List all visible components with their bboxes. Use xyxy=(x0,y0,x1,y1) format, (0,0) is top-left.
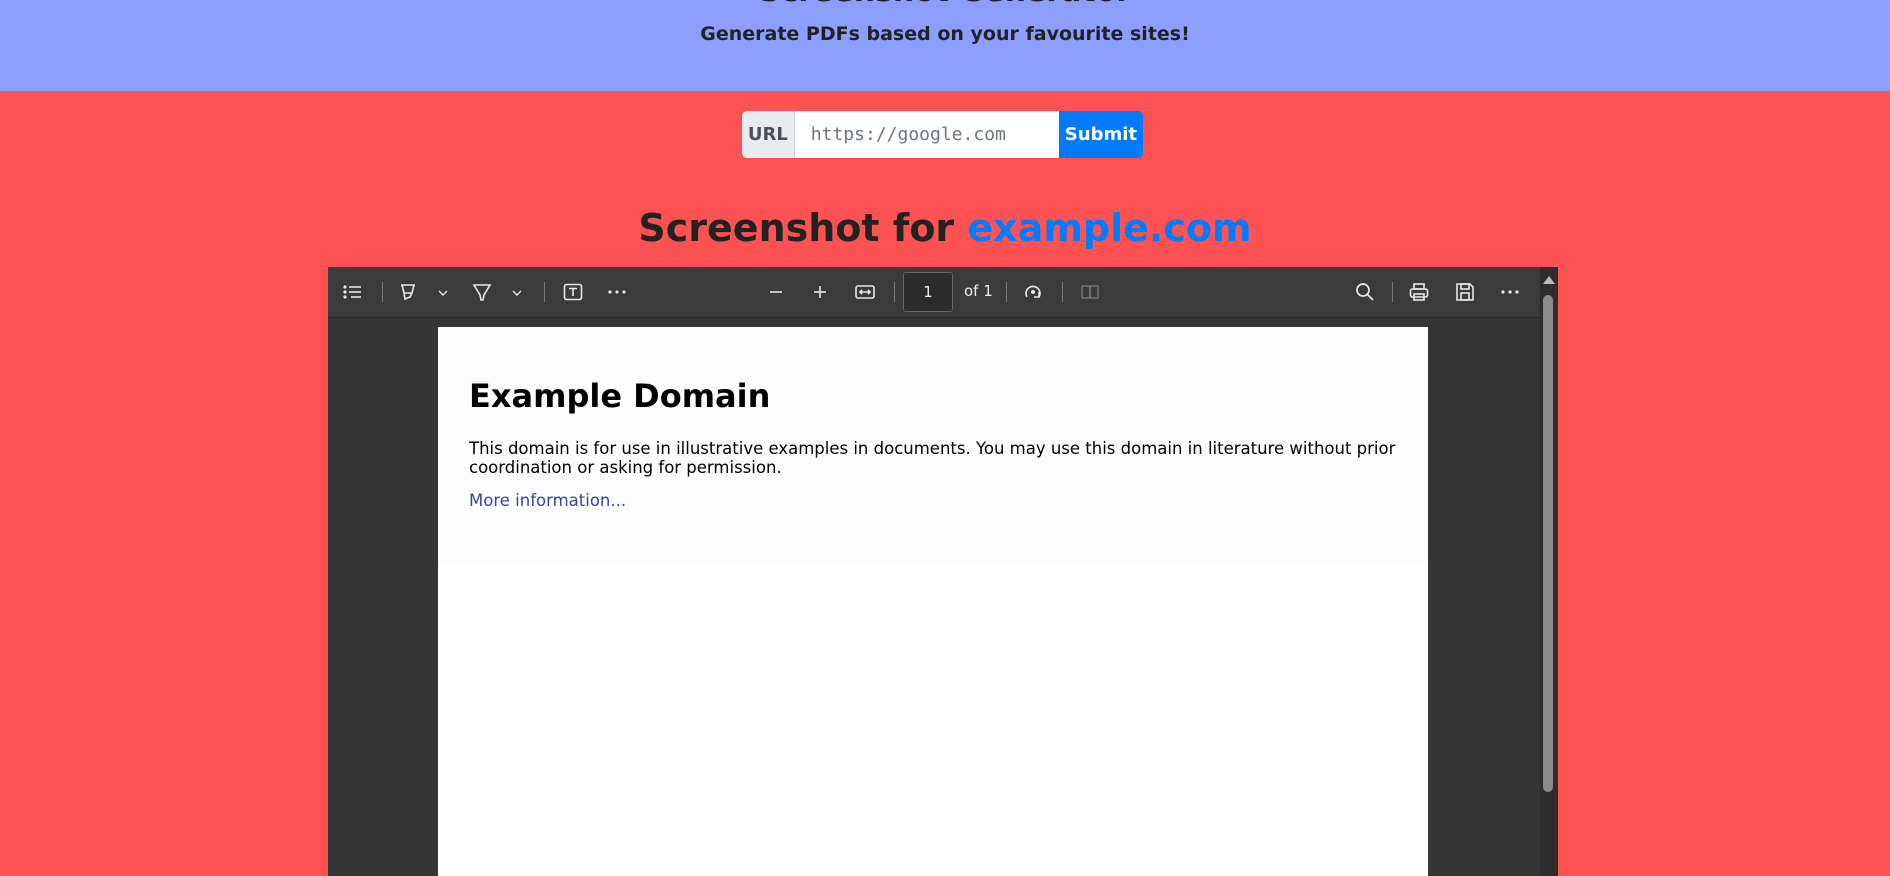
page-number-input[interactable]: 1 xyxy=(903,272,953,312)
fit-width-icon[interactable] xyxy=(854,281,876,303)
url-label: URL xyxy=(742,111,795,158)
pdf-toolbar: 1 of 1 xyxy=(328,267,1540,318)
header-banner: Screenshot Generator Generate PDFs based… xyxy=(0,0,1890,91)
draw-icon[interactable] xyxy=(471,281,493,303)
page-title-site[interactable]: example.com xyxy=(967,206,1251,250)
submit-button[interactable]: Submit xyxy=(1058,111,1143,158)
more-options-icon[interactable] xyxy=(1499,281,1521,303)
document-body: This domain is for use in illustrative e… xyxy=(469,439,1396,477)
pdf-page: Example Domain This domain is for use in… xyxy=(438,327,1428,876)
toolbar-divider xyxy=(1062,282,1063,302)
toolbar-divider xyxy=(1392,282,1393,302)
document-title: Example Domain xyxy=(469,377,771,415)
toolbar-divider xyxy=(894,282,895,302)
more-tools-icon[interactable] xyxy=(606,281,628,303)
chevron-down-icon[interactable] xyxy=(510,285,524,299)
site-title: Screenshot Generator xyxy=(0,0,1890,9)
search-icon[interactable] xyxy=(1354,281,1376,303)
page-total: of 1 xyxy=(964,282,993,300)
two-page-icon xyxy=(1079,281,1101,303)
print-icon[interactable] xyxy=(1408,281,1430,303)
site-subtitle: Generate PDFs based on your favourite si… xyxy=(700,23,1190,45)
save-icon[interactable] xyxy=(1454,281,1476,303)
zoom-out-icon[interactable] xyxy=(765,281,787,303)
more-information-link[interactable]: More information... xyxy=(469,491,626,510)
url-input[interactable] xyxy=(794,111,1059,158)
rotate-icon[interactable] xyxy=(1022,281,1044,303)
highlight-icon[interactable] xyxy=(397,281,419,303)
scrollbar-thumb[interactable] xyxy=(1543,295,1553,792)
toolbar-divider xyxy=(382,282,383,302)
pdf-page-content: Example Domain This domain is for use in… xyxy=(438,327,1428,562)
chevron-down-icon[interactable] xyxy=(436,285,450,299)
contents-icon[interactable] xyxy=(342,281,364,303)
scroll-up-icon[interactable] xyxy=(1543,276,1555,284)
pdf-viewer: 1 of 1 Example Domain This domain is for… xyxy=(328,267,1558,876)
toolbar-divider xyxy=(1006,282,1007,302)
text-icon[interactable] xyxy=(562,281,584,303)
page-title: Screenshot for example.com xyxy=(0,206,1890,250)
zoom-in-icon[interactable] xyxy=(809,281,831,303)
url-form: URL Submit xyxy=(742,111,1143,158)
page-title-prefix: Screenshot for xyxy=(638,206,968,250)
toolbar-divider xyxy=(544,282,545,302)
